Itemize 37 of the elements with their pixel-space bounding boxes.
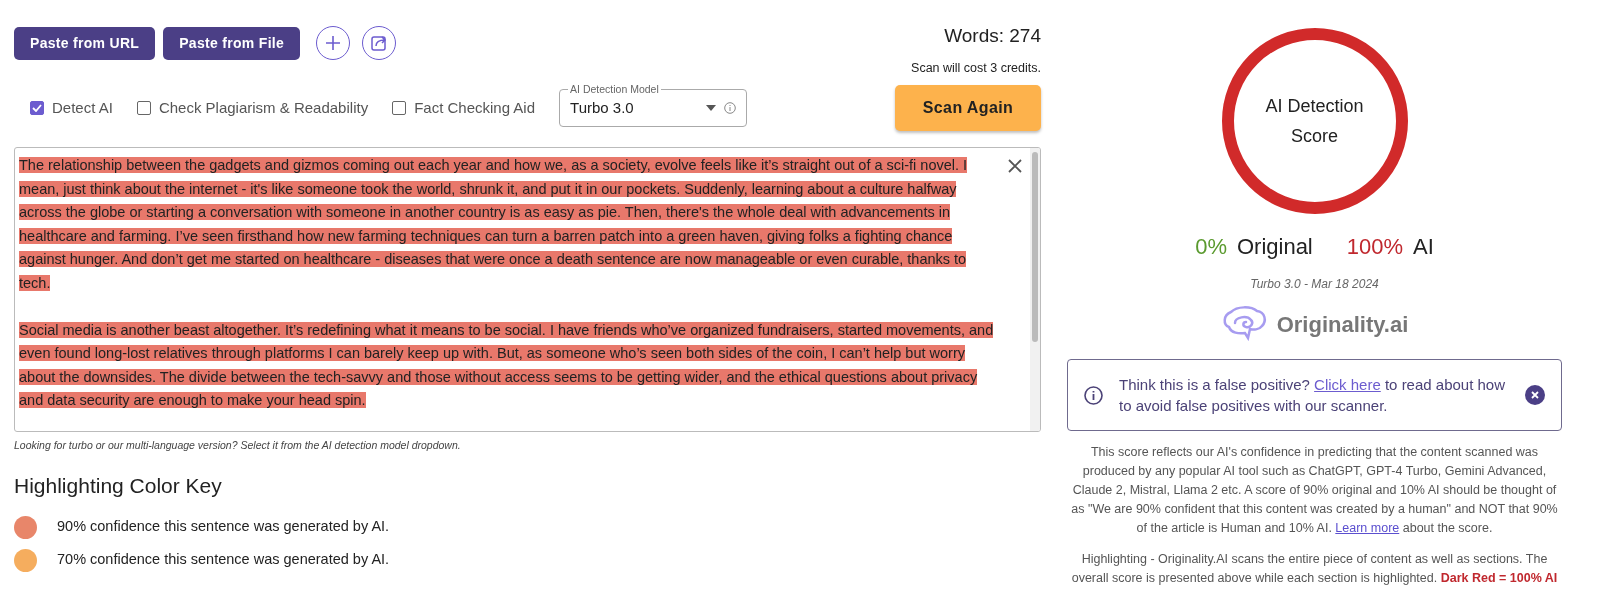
key-label: 90% confidence this sentence was generated by AI. <box>57 517 390 537</box>
model-date: Turbo 3.0 - Mar 18 2024 <box>1250 276 1379 293</box>
brand-name: Originality.ai <box>1276 310 1409 339</box>
highlighted-paragraph: Social media is another beast altogether. It’s redefining what it means to be social. I have friends who’ve organized fundraisers, started movements, and even found long-lost relatives through platforms I can barely keep up with. But, as someone who’s seen both sides of the coin, I can’t help but worry about the downsides. The divide between the tech-savvy and those without access seems to be getting wider, and the ethical questions about privacy and data security are enough to make your head spin. <box>19 320 995 411</box>
checkmark-icon <box>32 104 42 113</box>
original-label: Original <box>1236 233 1313 261</box>
info-icon <box>1084 385 1103 405</box>
option-label[interactable]: Check Plagiarism & Readability <box>158 97 369 120</box>
checkbox[interactable] <box>392 101 407 116</box>
ai-label: AI <box>1413 233 1434 261</box>
alert-text: Think this is a false positive? Click here to read about how to avoid false positives with our scanner. <box>1119 375 1507 416</box>
ring-label: AI Detection Score <box>1264 95 1365 148</box>
learn-more-link[interactable]: Learn more <box>1335 521 1400 535</box>
paste-button[interactable]: Paste from URL <box>14 26 156 60</box>
option-label[interactable]: Detect AI <box>52 97 113 120</box>
section-title: Highlighting Color Key <box>14 473 223 499</box>
checkbox[interactable] <box>136 101 151 116</box>
add-icon[interactable] <box>316 26 351 60</box>
key-label: 70% confidence this sentence was generated by AI. <box>57 550 390 570</box>
paste-button[interactable]: Paste from File <box>163 26 301 60</box>
scan-again-button[interactable]: Scan Again <box>895 85 1041 132</box>
ai-percent: 100% <box>1346 233 1404 261</box>
option-label[interactable]: Fact Checking Aid <box>414 97 536 120</box>
cost-note: Scan will cost 3 credits. <box>911 59 1041 77</box>
close-icon[interactable] <box>1525 385 1545 405</box>
export-icon[interactable] <box>362 26 397 60</box>
original-percent: 0% <box>1195 233 1227 261</box>
checkbox[interactable] <box>30 101 44 116</box>
info-icon <box>724 102 737 115</box>
caret-icon <box>706 105 717 112</box>
click-here-link[interactable]: Click here <box>1314 376 1381 393</box>
text-editor[interactable] <box>14 147 1041 433</box>
hint-text: Looking for turbo or our multi-language version? Select it from the AI detection model dropdown. <box>14 438 462 454</box>
score-explanation: This score reflects our AI's confidence in predicting that the content scanned was produced by any popular AI tool such as ChatGPT, GPT-4 Turbo, Gemini Advanced, Claude 2, Mistral, Llama 2 etc. A score of 90% original and 10% AI should be thought of as "We are 90% confident that this content was created by a human" and NOT that 90% of the article is Human and 10% AI. Learn more about the score. <box>1070 444 1559 537</box>
highlighting-note: Highlighting - Originality.AI scans the entire piece of content as well as sections. The overall score is presented above while each section is highlighted. Dark Red = 100% AI <box>1070 551 1559 587</box>
word-count: Words: 274 <box>943 24 1041 48</box>
scrollbar[interactable] <box>1030 148 1040 432</box>
